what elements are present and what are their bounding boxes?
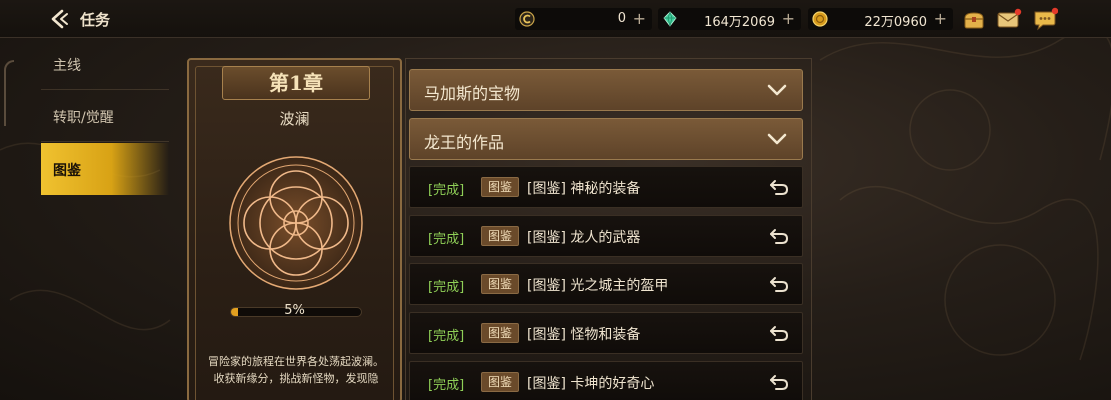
quest-row[interactable]: [完成] 图鉴 [图鉴] 怪物和装备 [409, 312, 803, 354]
chapter-progress-text: 5% [284, 303, 305, 318]
chapter-subtitle: 波澜 [279, 110, 310, 128]
chapter-description: 冒险家的旅程在世界各处荡起波澜。收获新缘分，挑战新怪物，发现隐 [208, 355, 384, 385]
top-bar: 任务 0 + 164万2069 + 22万0960 + [0, 0, 1111, 38]
treasure-bag-icon[interactable] [961, 7, 987, 31]
group-header-magas[interactable]: 马加斯的宝物 [409, 69, 803, 111]
return-arrow-icon[interactable] [768, 177, 790, 197]
sidebar-item-codex[interactable]: 图鉴 [41, 143, 169, 195]
quest-tag: 图鉴 [481, 372, 519, 392]
quest-title: [图鉴] 龙人的武器 [527, 230, 641, 246]
quest-row[interactable]: [完成] 图鉴 [图鉴] 光之城主的盔甲 [409, 263, 803, 305]
resource-medal: 22万0960 + [808, 8, 953, 30]
return-arrow-icon[interactable] [768, 226, 790, 246]
resource-gem: 164万2069 + [658, 8, 801, 30]
chapter-emblem-icon [229, 156, 363, 290]
mail-icon[interactable] [996, 7, 1022, 31]
chevron-down-icon [767, 84, 787, 96]
sidebar-scroll-indicator [4, 60, 14, 126]
quest-title: [图鉴] 神秘的装备 [527, 181, 641, 197]
green-gem-icon [663, 11, 677, 27]
page-title: 任务 [80, 11, 111, 29]
quest-tag: 图鉴 [481, 274, 519, 294]
group-header-dragon-king[interactable]: 龙王的作品 [409, 118, 803, 160]
sidebar: 主线 转职/觉醒 图鉴 [0, 38, 170, 400]
quest-title: [图鉴] 光之城主的盔甲 [527, 278, 669, 294]
sidebar-item-label: 图鉴 [53, 163, 81, 179]
quest-row[interactable]: [完成] 图鉴 [图鉴] 卡坤的好奇心 [409, 361, 803, 400]
quest-status: [完成] [428, 183, 465, 198]
gold-coin-c-icon [519, 11, 535, 27]
quest-tag: 图鉴 [481, 177, 519, 197]
return-arrow-icon[interactable] [768, 274, 790, 294]
quest-list: 马加斯的宝物 龙王的作品 [完成] 图鉴 [图鉴] 神秘的装备 [完成] 图鉴 … [409, 67, 803, 400]
quest-status: [完成] [428, 378, 465, 393]
return-arrow-icon[interactable] [768, 372, 790, 392]
resource-coin: 0 + [515, 8, 652, 30]
medal-plus-button[interactable]: + [934, 9, 947, 28]
gem-value: 164万2069 [704, 15, 775, 30]
gem-plus-button[interactable]: + [782, 9, 795, 28]
sidebar-item-job-change[interactable]: 转职/觉醒 [41, 90, 169, 142]
quest-status: [完成] [428, 232, 465, 247]
return-arrow-icon[interactable] [768, 323, 790, 343]
quest-status: [完成] [428, 280, 465, 295]
sidebar-item-label: 转职/觉醒 [53, 110, 114, 126]
quest-tag: 图鉴 [481, 323, 519, 343]
medal-value: 22万0960 [864, 15, 927, 30]
back-arrow-icon[interactable] [48, 8, 72, 30]
quest-tag: 图鉴 [481, 226, 519, 246]
gold-medal-icon [812, 11, 828, 27]
sidebar-item-label: 主线 [53, 58, 81, 74]
quest-title: [图鉴] 卡坤的好奇心 [527, 376, 655, 392]
quest-row[interactable]: [完成] 图鉴 [图鉴] 龙人的武器 [409, 215, 803, 257]
coin-plus-button[interactable]: + [633, 9, 646, 28]
chat-icon[interactable] [1032, 7, 1058, 31]
group-title: 龙王的作品 [424, 133, 505, 152]
coin-value: 0 [617, 11, 626, 26]
chapter-title: 第1章 [222, 66, 370, 100]
group-title: 马加斯的宝物 [424, 84, 521, 103]
chevron-down-icon [767, 133, 787, 145]
quest-row[interactable]: [完成] 图鉴 [图鉴] 神秘的装备 [409, 166, 803, 208]
quest-status: [完成] [428, 329, 465, 344]
chapter-card: 第1章 波澜 5% 冒险家的旅程在世界各处荡起波澜。收获新缘分，挑战新怪物，发现… [187, 58, 402, 400]
quest-title: [图鉴] 怪物和装备 [527, 327, 641, 343]
sidebar-item-main-quest[interactable]: 主线 [41, 38, 169, 90]
